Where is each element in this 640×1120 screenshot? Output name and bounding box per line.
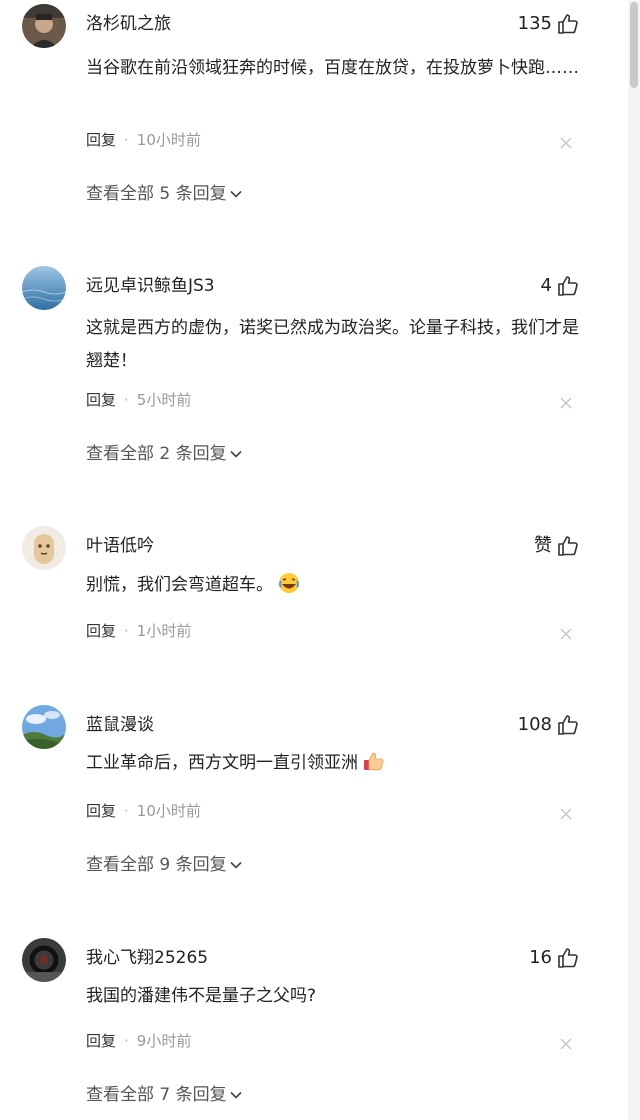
scrollbar[interactable] xyxy=(628,0,640,1120)
chevron-down-icon xyxy=(230,861,242,869)
view-all-replies-button[interactable]: 查看全部 7 条回复 xyxy=(86,1083,243,1107)
like-count: 135 xyxy=(517,13,552,34)
comment-time: 10小时前 xyxy=(136,131,201,149)
like-count: 4 xyxy=(540,275,552,296)
like-button[interactable]: 135 xyxy=(518,12,580,36)
avatar[interactable] xyxy=(22,938,66,982)
avatar[interactable] xyxy=(22,266,66,310)
meta-separator: · xyxy=(124,391,129,409)
close-icon[interactable] xyxy=(560,137,572,149)
reply-button[interactable]: 回复 xyxy=(86,1030,116,1052)
close-icon[interactable] xyxy=(560,628,572,640)
username[interactable]: 蓝鼠漫谈 xyxy=(86,713,154,737)
username[interactable]: 叶语低吟 xyxy=(86,534,154,558)
like-count: 赞 xyxy=(534,535,552,556)
comment-text: 我国的潘建伟不是量子之父吗? xyxy=(86,986,317,1006)
close-icon[interactable] xyxy=(560,1038,572,1050)
view-all-replies-label: 查看全部 2 条回复 xyxy=(86,444,227,464)
comment-time: 9小时前 xyxy=(136,1032,192,1050)
meta-separator: · xyxy=(124,802,129,820)
like-count: 16 xyxy=(529,947,552,968)
like-button[interactable]: 赞 xyxy=(534,534,580,558)
comment-text-content: 工业革命后，西方文明一直引领亚洲 xyxy=(86,753,358,773)
comment-meta: 回复 · 1小时前 xyxy=(86,620,191,642)
like-button[interactable]: 108 xyxy=(518,713,580,737)
comment-time: 1小时前 xyxy=(136,622,192,640)
chevron-down-icon xyxy=(230,450,242,458)
like-button[interactable]: 4 xyxy=(541,274,580,298)
comment-time: 10小时前 xyxy=(136,802,201,820)
username[interactable]: 洛杉矶之旅 xyxy=(86,12,171,36)
chevron-down-icon xyxy=(230,190,242,198)
comment-text-content: 别慌，我们会弯道超车。 xyxy=(86,575,273,595)
username[interactable]: 远见卓识鲸鱼JS3 xyxy=(86,274,215,298)
like-button[interactable]: 16 xyxy=(529,946,580,970)
scrollbar-thumb[interactable] xyxy=(630,2,638,88)
reply-button[interactable]: 回复 xyxy=(86,129,116,151)
view-all-replies-label: 查看全部 9 条回复 xyxy=(86,855,227,875)
comment-meta: 回复 · 10小时前 xyxy=(86,129,201,151)
view-all-replies-button[interactable]: 查看全部 2 条回复 xyxy=(86,442,243,466)
view-all-replies-label: 查看全部 7 条回复 xyxy=(86,1085,227,1105)
reply-button[interactable]: 回复 xyxy=(86,620,116,642)
comment-text: 工业革命后，西方文明一直引领亚洲 xyxy=(86,747,592,780)
comment-meta: 回复 · 10小时前 xyxy=(86,800,201,822)
thumbs-up-icon xyxy=(558,536,578,556)
avatar[interactable] xyxy=(22,4,66,48)
thumbs-up-icon xyxy=(558,14,578,34)
comment-text: 当谷歌在前沿领域狂奔的时候，百度在放贷，在投放萝卜快跑…… xyxy=(86,58,579,78)
comment-time: 5小时前 xyxy=(136,391,192,409)
comment-meta: 回复 · 9小时前 xyxy=(86,1030,191,1052)
view-all-replies-button[interactable]: 查看全部 5 条回复 xyxy=(86,182,243,206)
avatar[interactable] xyxy=(22,705,66,749)
comment-text: 别慌，我们会弯道超车。 xyxy=(86,569,592,602)
laughing-crying-emoji xyxy=(279,573,299,593)
close-icon[interactable] xyxy=(560,808,572,820)
meta-separator: · xyxy=(124,622,129,640)
meta-separator: · xyxy=(124,1032,129,1050)
username[interactable]: 我心飞翔25265 xyxy=(86,946,208,970)
thumbs-up-icon xyxy=(558,948,578,968)
comment-text: 这就是西方的虚伪，诺奖已然成为政治奖。论量子科技，我们才是翘楚！ xyxy=(86,318,579,371)
thumbs-up-icon xyxy=(558,276,578,296)
view-all-replies-button[interactable]: 查看全部 9 条回复 xyxy=(86,853,243,877)
like-count: 108 xyxy=(517,714,552,735)
chevron-down-icon xyxy=(230,1091,242,1099)
reply-button[interactable]: 回复 xyxy=(86,389,116,411)
avatar[interactable] xyxy=(22,526,66,570)
thumbs-up-emoji xyxy=(364,752,384,771)
thumbs-up-icon xyxy=(558,715,578,735)
comment-meta: 回复 · 5小时前 xyxy=(86,389,191,411)
reply-button[interactable]: 回复 xyxy=(86,800,116,822)
close-icon[interactable] xyxy=(560,397,572,409)
meta-separator: · xyxy=(124,131,129,149)
view-all-replies-label: 查看全部 5 条回复 xyxy=(86,184,227,204)
